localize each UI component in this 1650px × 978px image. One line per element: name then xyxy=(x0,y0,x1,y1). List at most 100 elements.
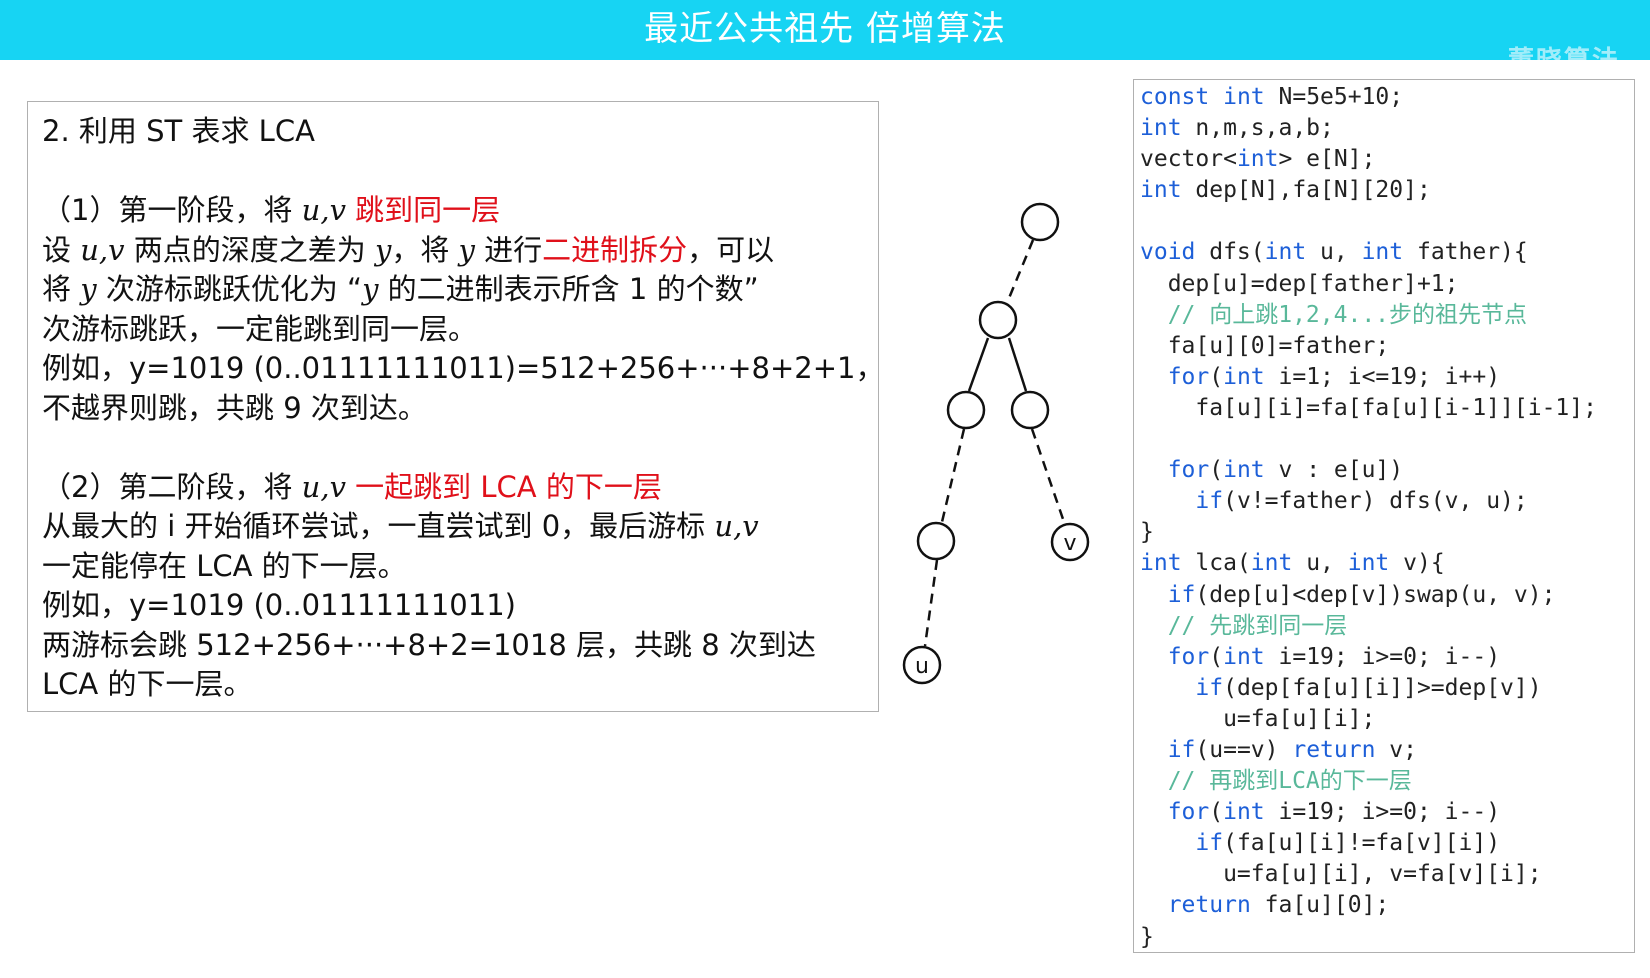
phase2-detail: 两游标会跳 512+256+···+8+2=1018 层，共跳 8 次到达 xyxy=(42,627,816,662)
code-keyword: int xyxy=(1140,177,1182,204)
tree-node-right-child xyxy=(1010,390,1050,430)
code-keyword: if xyxy=(1195,830,1224,857)
code-keyword: int xyxy=(1223,363,1265,390)
code-line: u=fa[u][i]; xyxy=(1140,704,1634,735)
code-line: } xyxy=(1140,922,1634,952)
code-line: vector<int> e[N]; xyxy=(1140,144,1634,175)
code-line: if(dep[u]<dep[v])swap(u, v); xyxy=(1140,580,1634,611)
code-keyword: int xyxy=(1250,550,1293,577)
code-keyword: int xyxy=(1236,146,1279,173)
code-text: > e[N]; xyxy=(1278,146,1376,173)
code-text: (fa[u][i]!=fa[v][i]) xyxy=(1223,830,1501,857)
math-uv: u,v xyxy=(301,193,346,227)
code-text: father){ xyxy=(1403,239,1528,266)
text-span: 次游标跳跃优化为 “ xyxy=(96,272,363,306)
tree-edge xyxy=(1007,337,1028,392)
text-span: 两点的深度之差为 xyxy=(124,232,375,267)
code-text: ( xyxy=(1209,643,1224,670)
code-keyword: int xyxy=(1223,643,1265,670)
math-uv: u,v xyxy=(301,469,346,504)
tree-edge xyxy=(923,559,939,647)
code-text: (dep[fa[u][i]]>=dep[v]) xyxy=(1223,674,1542,701)
text-span: 进行 xyxy=(474,232,543,267)
phase1-line4: 次游标跳跃，一定能跳到同一层。 xyxy=(42,311,478,346)
code-line: for(int i=19; i>=0; i--) xyxy=(1140,642,1634,673)
section-heading: 2. 利用 ST 表求 LCA xyxy=(42,114,315,148)
code-text: v : e[u]) xyxy=(1264,457,1404,484)
tree-edge xyxy=(940,428,966,523)
page-title: 最近公共祖先 倍增算法 xyxy=(644,9,1006,49)
text-span: ，可以 xyxy=(687,232,775,267)
code-text: (v!=father) dfs(v, u); xyxy=(1223,488,1528,515)
code-keyword: int xyxy=(1264,239,1307,266)
code-keyword: for xyxy=(1167,363,1210,390)
code-keyword: for xyxy=(1167,799,1210,826)
math-y: y xyxy=(374,232,392,267)
code-keyword: int xyxy=(1140,115,1182,142)
code-line: void dfs(int u, int father){ xyxy=(1140,237,1634,268)
code-text: vector< xyxy=(1140,146,1237,173)
code-text: fa[u][0]=father; xyxy=(1140,332,1390,359)
code-text: ( xyxy=(1209,363,1224,390)
phase2-line2: 从最大的 i 开始循环尝试，一直尝试到 0，最后游标 u,v xyxy=(42,507,864,547)
code-comment: // 先跳到同一层 xyxy=(1140,612,1348,639)
title-bar: 最近公共祖先 倍增算法 董晓算法 xyxy=(0,0,1650,76)
code-text: i=19; i>=0; i--) xyxy=(1264,643,1501,670)
code-line: int dep[N],fa[N][20]; xyxy=(1140,175,1634,206)
code-text: ( xyxy=(1209,799,1224,826)
code-keyword: for xyxy=(1167,643,1210,670)
code-text: (u==v) xyxy=(1195,736,1293,763)
code-text: dep[u]=dep[father]+1; xyxy=(1140,270,1459,297)
code-line: } xyxy=(1140,517,1634,548)
phase1-line2: 设 u,v 两点的深度之差为 y，将 y 进行二进制拆分，可以 xyxy=(42,231,864,271)
code-keyword: if xyxy=(1195,488,1224,515)
phase1-highlight: 跳到同一层 xyxy=(345,193,501,227)
code-line: const int N=5e5+10; xyxy=(1140,82,1634,113)
code-line: if(v!=father) dfs(v, u); xyxy=(1140,486,1634,517)
code-keyword: const xyxy=(1140,84,1210,110)
phase2-heading: （2）第二阶段，将 u,v 一起跳到 LCA 的下一层 xyxy=(42,468,864,508)
code-text: lca( xyxy=(1181,550,1251,577)
code-line: int n,m,s,a,b; xyxy=(1140,113,1634,144)
code-line: if(u==v) return v; xyxy=(1140,735,1634,766)
code-line: // 向上跳1,2,4...步的祖先节点 xyxy=(1140,300,1634,331)
code-line: // 先跳到同一层 xyxy=(1140,611,1634,642)
math-y: y xyxy=(362,272,379,306)
text-span: 从最大的 i 开始循环尝试，一直尝试到 0，最后游标 xyxy=(42,509,715,543)
code-text: N=5e5+10; xyxy=(1264,84,1404,110)
tree-node-root xyxy=(1020,202,1060,242)
math-uv: u,v xyxy=(714,509,759,543)
text-span: ，将 xyxy=(391,232,459,267)
phase1-heading: （1）第一阶段，将 u,v 跳到同一层 xyxy=(42,191,864,231)
code-text: v){ xyxy=(1389,550,1445,577)
code-line: for(int i=19; i>=0; i--) xyxy=(1140,797,1634,828)
tree-edge xyxy=(1005,239,1035,304)
code-keyword: int xyxy=(1347,550,1390,577)
tree-label-u: u xyxy=(915,654,929,679)
phase1-prefix: （1）第一阶段，将 xyxy=(42,193,302,227)
code-line: for(int i=1; i<=19; i++) xyxy=(1140,362,1634,393)
code-text: i=1; i<=19; i++) xyxy=(1264,363,1501,390)
code-line: dep[u]=dep[father]+1; xyxy=(1140,269,1634,300)
phase2-result: LCA 的下一层。 xyxy=(42,667,253,701)
code-keyword: int xyxy=(1223,84,1265,110)
code-text: ( xyxy=(1209,457,1224,484)
code-line: fa[u][0]=father; xyxy=(1140,331,1634,362)
code-keyword: int xyxy=(1140,550,1182,577)
code-panel: const int N=5e5+10; int n,m,s,a,b; vector<… xyxy=(1133,79,1635,953)
tree-node-left-child xyxy=(946,390,986,430)
code-comment: // 向上跳1,2,4...步的祖先节点 xyxy=(1140,301,1528,328)
phase1-line3: 将 y 次游标跳跃优化为 “y 的二进制表示所含 1 的个数” xyxy=(42,270,864,310)
watermark-logo: 董晓算法 xyxy=(1507,46,1620,76)
math-y: y xyxy=(80,272,97,306)
